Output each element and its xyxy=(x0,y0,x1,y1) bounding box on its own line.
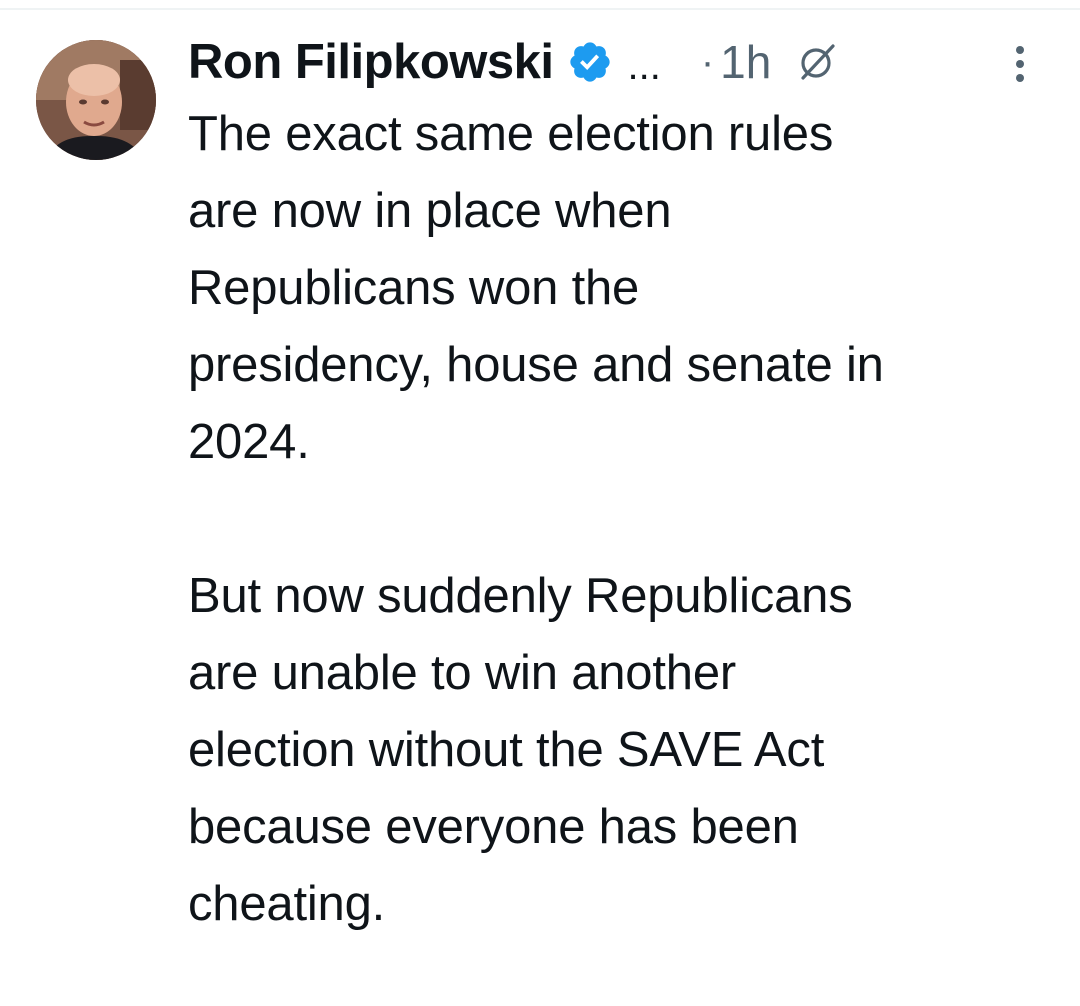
more-options-icon[interactable] xyxy=(1008,44,1032,88)
avatar[interactable] xyxy=(36,40,156,160)
tweet-header: Ron Filipkowski ... · 1h xyxy=(188,28,837,96)
name-truncation: ... xyxy=(627,43,661,88)
avatar-image xyxy=(36,40,156,160)
tweet-text: The exact same election rules are now in… xyxy=(188,107,884,931)
timestamp[interactable]: 1h xyxy=(720,35,771,89)
top-divider xyxy=(0,8,1080,10)
separator-dot: · xyxy=(700,39,715,84)
grok-icon[interactable] xyxy=(797,42,837,82)
author-name[interactable]: Ron Filipkowski xyxy=(188,34,554,90)
verified-badge-icon xyxy=(567,39,613,85)
